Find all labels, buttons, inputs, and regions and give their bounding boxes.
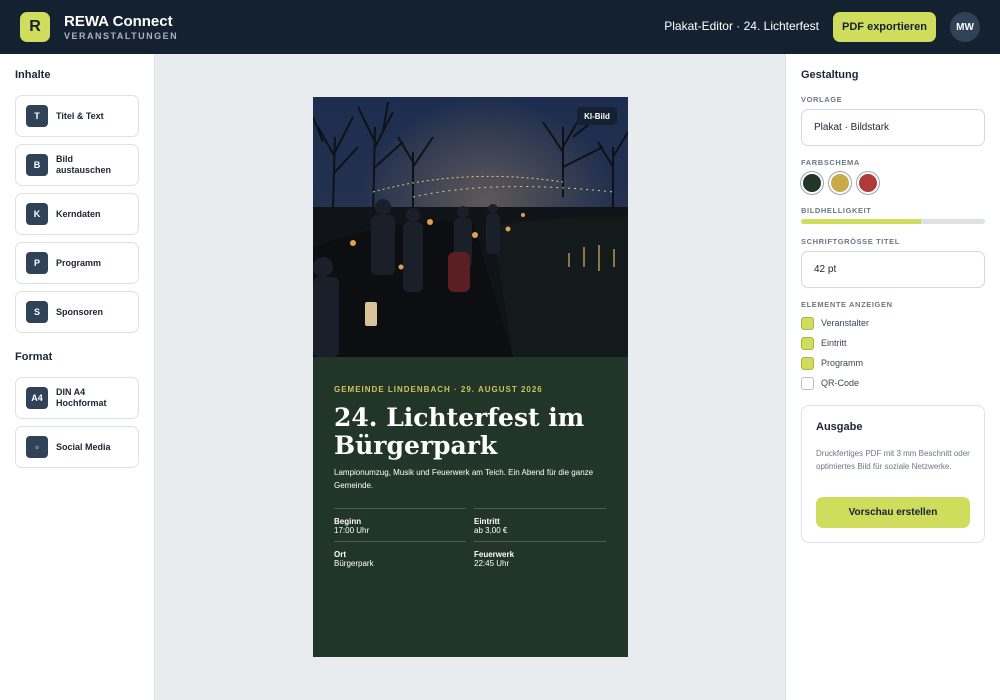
tool-label: Titel & Text (56, 110, 104, 121)
checkbox-label: Veranstalter (821, 318, 870, 328)
format-a4-portrait[interactable]: A4 DIN A4 Hochformat (15, 377, 139, 419)
checkbox-unchecked[interactable] (801, 376, 814, 390)
toggle-qr-code[interactable]: QR-Code (801, 376, 859, 390)
fact-value: 17:00 Uhr (334, 526, 370, 535)
tool-label: Social Media (56, 441, 111, 452)
fact-value: ab 3,00 € (474, 526, 508, 535)
square-format-icon: ▫ (26, 436, 48, 458)
checkbox-checked[interactable] (801, 316, 814, 330)
color-swatch-gold[interactable] (829, 172, 851, 194)
poster-description[interactable]: Lampionumzug, Musik und Feuerwerk am Tei… (334, 466, 614, 492)
fact-value: 22:45 Uhr (474, 559, 510, 568)
image-icon: B (26, 154, 48, 176)
key-data-icon: K (26, 203, 48, 225)
tool-label: Kerndaten (56, 208, 101, 219)
tool-label: DIN A4 Hochformat (56, 387, 107, 408)
fact-label: Eintritt (474, 517, 500, 526)
title-fontsize-value: 42 pt (814, 264, 837, 275)
template-select[interactable]: Plakat · Bildstark (801, 109, 985, 146)
poster-event-photo[interactable] (313, 97, 628, 357)
content-section-title: Inhalte (15, 69, 51, 81)
editor-context: Plakat-Editor · 24. Lichterfest (664, 19, 819, 33)
event-photo (313, 97, 628, 357)
color-scheme-label: FARBSCHEMA (801, 158, 860, 167)
poster-preview[interactable] (313, 97, 628, 657)
tool-label: Bild austauschen (56, 154, 112, 175)
design-panel-title: Gestaltung (801, 69, 859, 81)
title-fontsize-input[interactable]: 42 pt (801, 251, 985, 288)
output-card: Ausgabe Druckfertiges PDF mit 3 mm Besch… (801, 405, 985, 543)
format-section-title: Format (15, 351, 53, 363)
color-swatch-red[interactable] (857, 172, 879, 194)
color-swatch-dark-green[interactable] (801, 172, 823, 194)
user-avatar[interactable]: MW (950, 12, 980, 42)
fact-divider (334, 541, 466, 542)
tool-replace-image[interactable]: B Bild austauschen (15, 144, 139, 186)
tool-sponsors[interactable]: S Sponsoren (15, 291, 139, 333)
fact-divider (474, 508, 606, 509)
app-name: REWA Connect (64, 13, 173, 30)
tool-program[interactable]: P Programm (15, 242, 139, 284)
fact-label: Feuerwerk (474, 550, 515, 559)
export-pdf-button[interactable]: PDF exportieren (833, 12, 936, 42)
template-value: Plakat · Bildstark (814, 122, 890, 133)
tool-label: Programm (56, 257, 102, 268)
ai-image-badge: KI-Bild (577, 107, 617, 125)
toggle-program[interactable]: Programm (801, 356, 863, 370)
a4-format-icon: A4 (26, 387, 48, 409)
template-label: VORLAGE (801, 95, 843, 104)
app-logo[interactable]: R (20, 12, 50, 42)
app-subtitle: VERANSTALTUNGEN (64, 31, 179, 41)
checkbox-checked[interactable] (801, 356, 814, 370)
toggle-organizer[interactable]: Veranstalter (801, 316, 869, 330)
fact-value: Bürgerpark (334, 559, 374, 568)
checkbox-label: QR-Code (821, 378, 860, 388)
program-icon: P (26, 252, 48, 274)
fact-label: Ort (334, 550, 346, 559)
tool-title-text[interactable]: T Titel & Text (15, 95, 139, 137)
tool-label: Sponsoren (56, 306, 104, 317)
poster-kicker[interactable]: GEMEINDE LINDENBACH · 29. AUGUST 2026 (334, 385, 543, 394)
top-bar: R REWA Connect VERANSTALTUNGEN Plakat-Ed… (0, 0, 1000, 54)
output-description: Druckfertiges PDF mit 3 mm Beschnitt ode… (816, 449, 970, 471)
brightness-label: BILDHELLIGKEIT (801, 206, 872, 215)
checkbox-checked[interactable] (801, 336, 814, 350)
create-preview-button[interactable]: Vorschau erstellen (816, 497, 970, 528)
text-icon: T (26, 105, 48, 127)
format-social-media[interactable]: ▫ Social Media (15, 426, 139, 468)
toggle-admission[interactable]: Eintritt (801, 336, 847, 350)
tool-key-data[interactable]: K Kerndaten (15, 193, 139, 235)
fact-divider (334, 508, 466, 509)
brightness-slider[interactable] (801, 219, 985, 224)
output-title: Ausgabe (816, 421, 863, 433)
brand: REWA Connect VERANSTALTUNGEN (64, 13, 178, 42)
checkbox-label: Programm (821, 358, 864, 368)
poster-title[interactable]: 24. Lichterfest im Bürgerpark (334, 404, 614, 460)
title-fontsize-label: SCHRIFTGRÖSSE TITEL (801, 237, 900, 246)
sponsors-icon: S (26, 301, 48, 323)
checkbox-label: Eintritt (821, 338, 847, 348)
elements-label: ELEMENTE ANZEIGEN (801, 300, 893, 309)
fact-label: Beginn (334, 517, 362, 526)
fact-divider (474, 541, 606, 542)
brightness-slider-fill (801, 219, 921, 224)
